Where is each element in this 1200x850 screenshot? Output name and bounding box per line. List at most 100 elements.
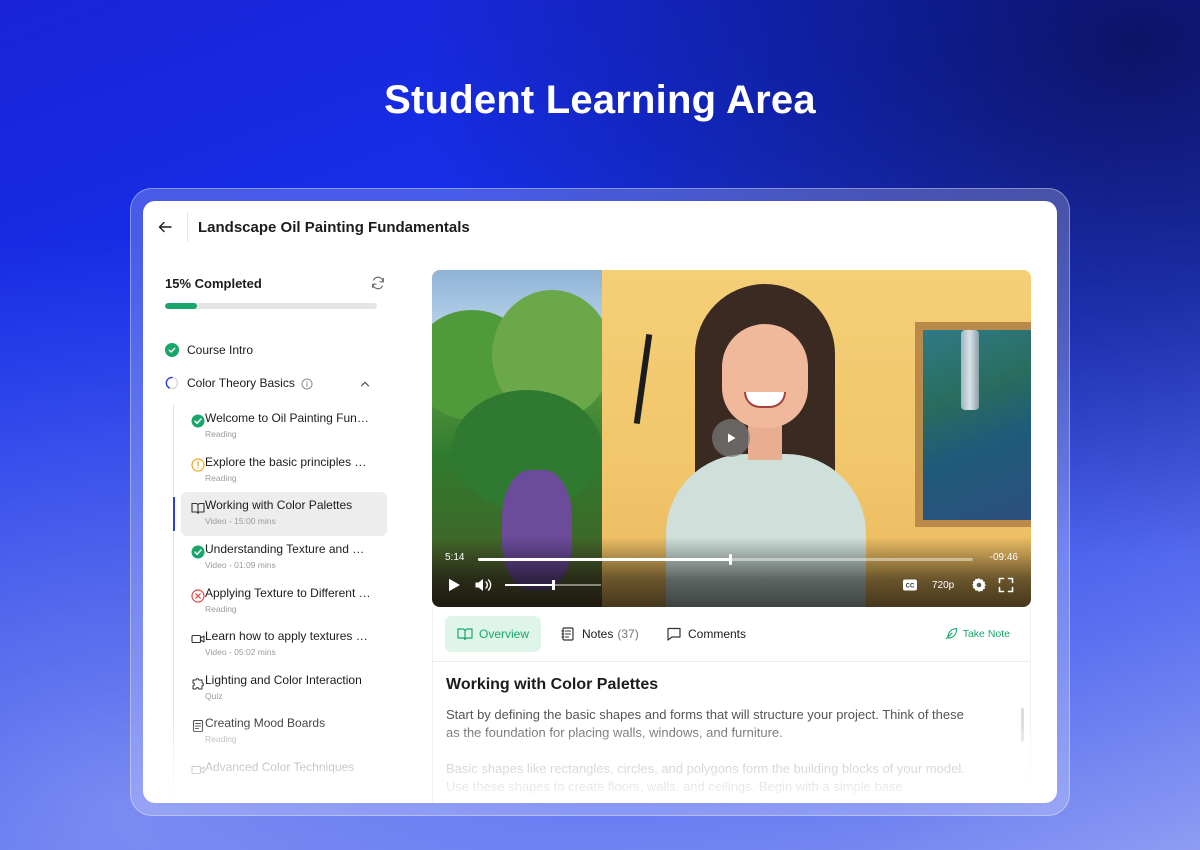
fullscreen-icon [998, 577, 1014, 593]
play-icon [449, 578, 460, 592]
lesson-content: Working with Color Palettes Start by def… [432, 662, 1032, 803]
warning-circle-icon [191, 458, 205, 472]
video-scrubber[interactable] [478, 554, 973, 565]
quality-button[interactable]: 720p [932, 576, 954, 594]
lesson-title: Creating Mood Boards [205, 716, 326, 730]
back-button[interactable] [143, 201, 187, 253]
lesson-meta: Reading [205, 429, 237, 439]
topbar: Landscape Oil Painting Fundamentals [143, 201, 1057, 253]
scrubber-handle[interactable] [729, 554, 733, 565]
play-icon [728, 433, 736, 443]
lesson-title: Applying Texture to Different Surfaces [205, 586, 371, 600]
notes-count: (37) [617, 627, 639, 641]
course-sidebar: 15% Completed Course Intro Color Theory … [165, 271, 405, 803]
lesson-item[interactable]: Welcome to Oil Painting Fundamentals Rea… [181, 405, 387, 449]
lesson-title: Advanced Color Techniques [205, 760, 355, 774]
tab-label: Comments [688, 627, 747, 641]
lesson-item[interactable]: Advanced Color Techniques [181, 754, 387, 798]
progress-label: 15% Completed [165, 275, 262, 291]
lesson-item[interactable]: Explore the basic principles of color Re… [181, 449, 387, 493]
captions-button[interactable]: CC [902, 576, 918, 594]
video-player[interactable]: 5:14 -09:46 CC 720p [432, 270, 1031, 607]
volume-fill [505, 584, 553, 586]
lesson-meta: Reading [205, 473, 237, 483]
check-circle-icon [191, 545, 205, 559]
lesson-title: Lighting and Color Interaction [205, 673, 362, 687]
progress-bar [165, 303, 377, 309]
arrow-left-icon [158, 221, 172, 233]
lesson-title: Welcome to Oil Painting Fundamentals [205, 411, 371, 425]
lesson-item[interactable]: Lighting and Color Interaction Quiz [181, 667, 387, 711]
section-course-intro[interactable]: Course Intro [165, 343, 253, 357]
check-circle-icon [191, 414, 205, 428]
lesson-paragraph: Basic shapes like rectangles, circles, a… [446, 761, 965, 794]
section-label: Course Intro [187, 343, 254, 357]
lesson-item[interactable]: Learn how to apply textures to canvas Vi… [181, 623, 387, 667]
progress-bar-fill [165, 303, 197, 309]
app-window: Landscape Oil Painting Fundamentals 15% … [143, 201, 1057, 803]
progress-header: 15% Completed [165, 271, 387, 295]
lesson-content-title: Working with Color Palettes [446, 676, 659, 693]
chevron-up-icon[interactable] [359, 377, 371, 389]
info-icon[interactable] [301, 377, 313, 390]
section-label: Color Theory Basics [187, 376, 295, 390]
volume-button[interactable] [474, 576, 494, 594]
lesson-list-line [173, 405, 174, 803]
lesson-item[interactable]: Creating Mood Boards Reading [181, 710, 387, 754]
video-controls: 5:14 -09:46 CC 720p [432, 537, 1031, 607]
take-note-label: Take Note [962, 627, 1010, 640]
remaining-time: -09:46 [989, 552, 1018, 563]
lesson-title: Learn how to apply textures to canvas [205, 629, 371, 643]
check-circle-icon [165, 343, 179, 357]
lesson-item-active[interactable]: Working with Color Palettes Video - 15:0… [173, 492, 387, 536]
tab-notes[interactable]: Notes (37) [548, 616, 651, 652]
hero-title: Student Learning Area [384, 78, 816, 122]
video-camera-icon [191, 632, 205, 646]
document-icon [191, 719, 205, 733]
active-indicator [173, 497, 175, 531]
center-play-button[interactable] [712, 419, 750, 457]
book-open-icon [191, 501, 205, 515]
svg-text:CC: CC [906, 584, 915, 590]
lesson-meta: Quiz [205, 691, 223, 701]
tab-overview[interactable]: Overview [445, 616, 542, 652]
volume-icon [475, 579, 492, 591]
gear-icon [972, 578, 986, 592]
lesson-meta: Reading [205, 604, 237, 614]
book-open-icon [457, 628, 473, 641]
elapsed-time: 5:14 [445, 552, 465, 563]
section-color-theory[interactable]: Color Theory Basics [165, 376, 379, 390]
settings-button[interactable] [971, 576, 987, 594]
scrubber-fill [478, 558, 731, 561]
lesson-title: Explore the basic principles of color [205, 455, 371, 469]
lesson-item[interactable]: Applying Texture to Different Surfaces R… [181, 580, 387, 624]
lesson-paragraph: Start by defining the basic shapes and f… [446, 707, 964, 740]
tab-label: Notes [582, 627, 614, 641]
tab-comments[interactable]: Comments [654, 616, 758, 652]
volume-handle[interactable] [552, 580, 555, 590]
x-circle-icon [191, 589, 205, 603]
fullscreen-button[interactable] [998, 576, 1014, 594]
feather-pen-icon [945, 627, 957, 640]
lesson-meta: Video - 05:02 mins [205, 647, 276, 657]
chat-bubble-icon [667, 627, 681, 641]
course-title: Landscape Oil Painting Fundamentals [198, 218, 470, 236]
play-button[interactable] [446, 576, 462, 594]
volume-slider[interactable] [505, 580, 601, 590]
tab-label: Overview [479, 627, 530, 641]
content-scrollbar[interactable] [1021, 708, 1024, 742]
take-note-button[interactable]: Take Note [945, 627, 1010, 640]
topbar-divider [187, 212, 188, 242]
lesson-item[interactable]: Understanding Texture and Form Video - 0… [181, 536, 387, 580]
lesson-meta: Reading [205, 734, 237, 744]
wall-painting [915, 322, 1031, 527]
closed-captions-icon: CC [903, 579, 917, 591]
refresh-icon[interactable] [369, 274, 387, 292]
progress-ring-icon [165, 376, 179, 390]
lesson-title: Understanding Texture and Form [205, 542, 371, 556]
video-camera-icon [191, 763, 205, 777]
notes-icon [561, 627, 574, 641]
lesson-title: Working with Color Palettes [205, 498, 353, 512]
puzzle-icon [191, 676, 205, 690]
quality-label: 720p [932, 579, 955, 591]
